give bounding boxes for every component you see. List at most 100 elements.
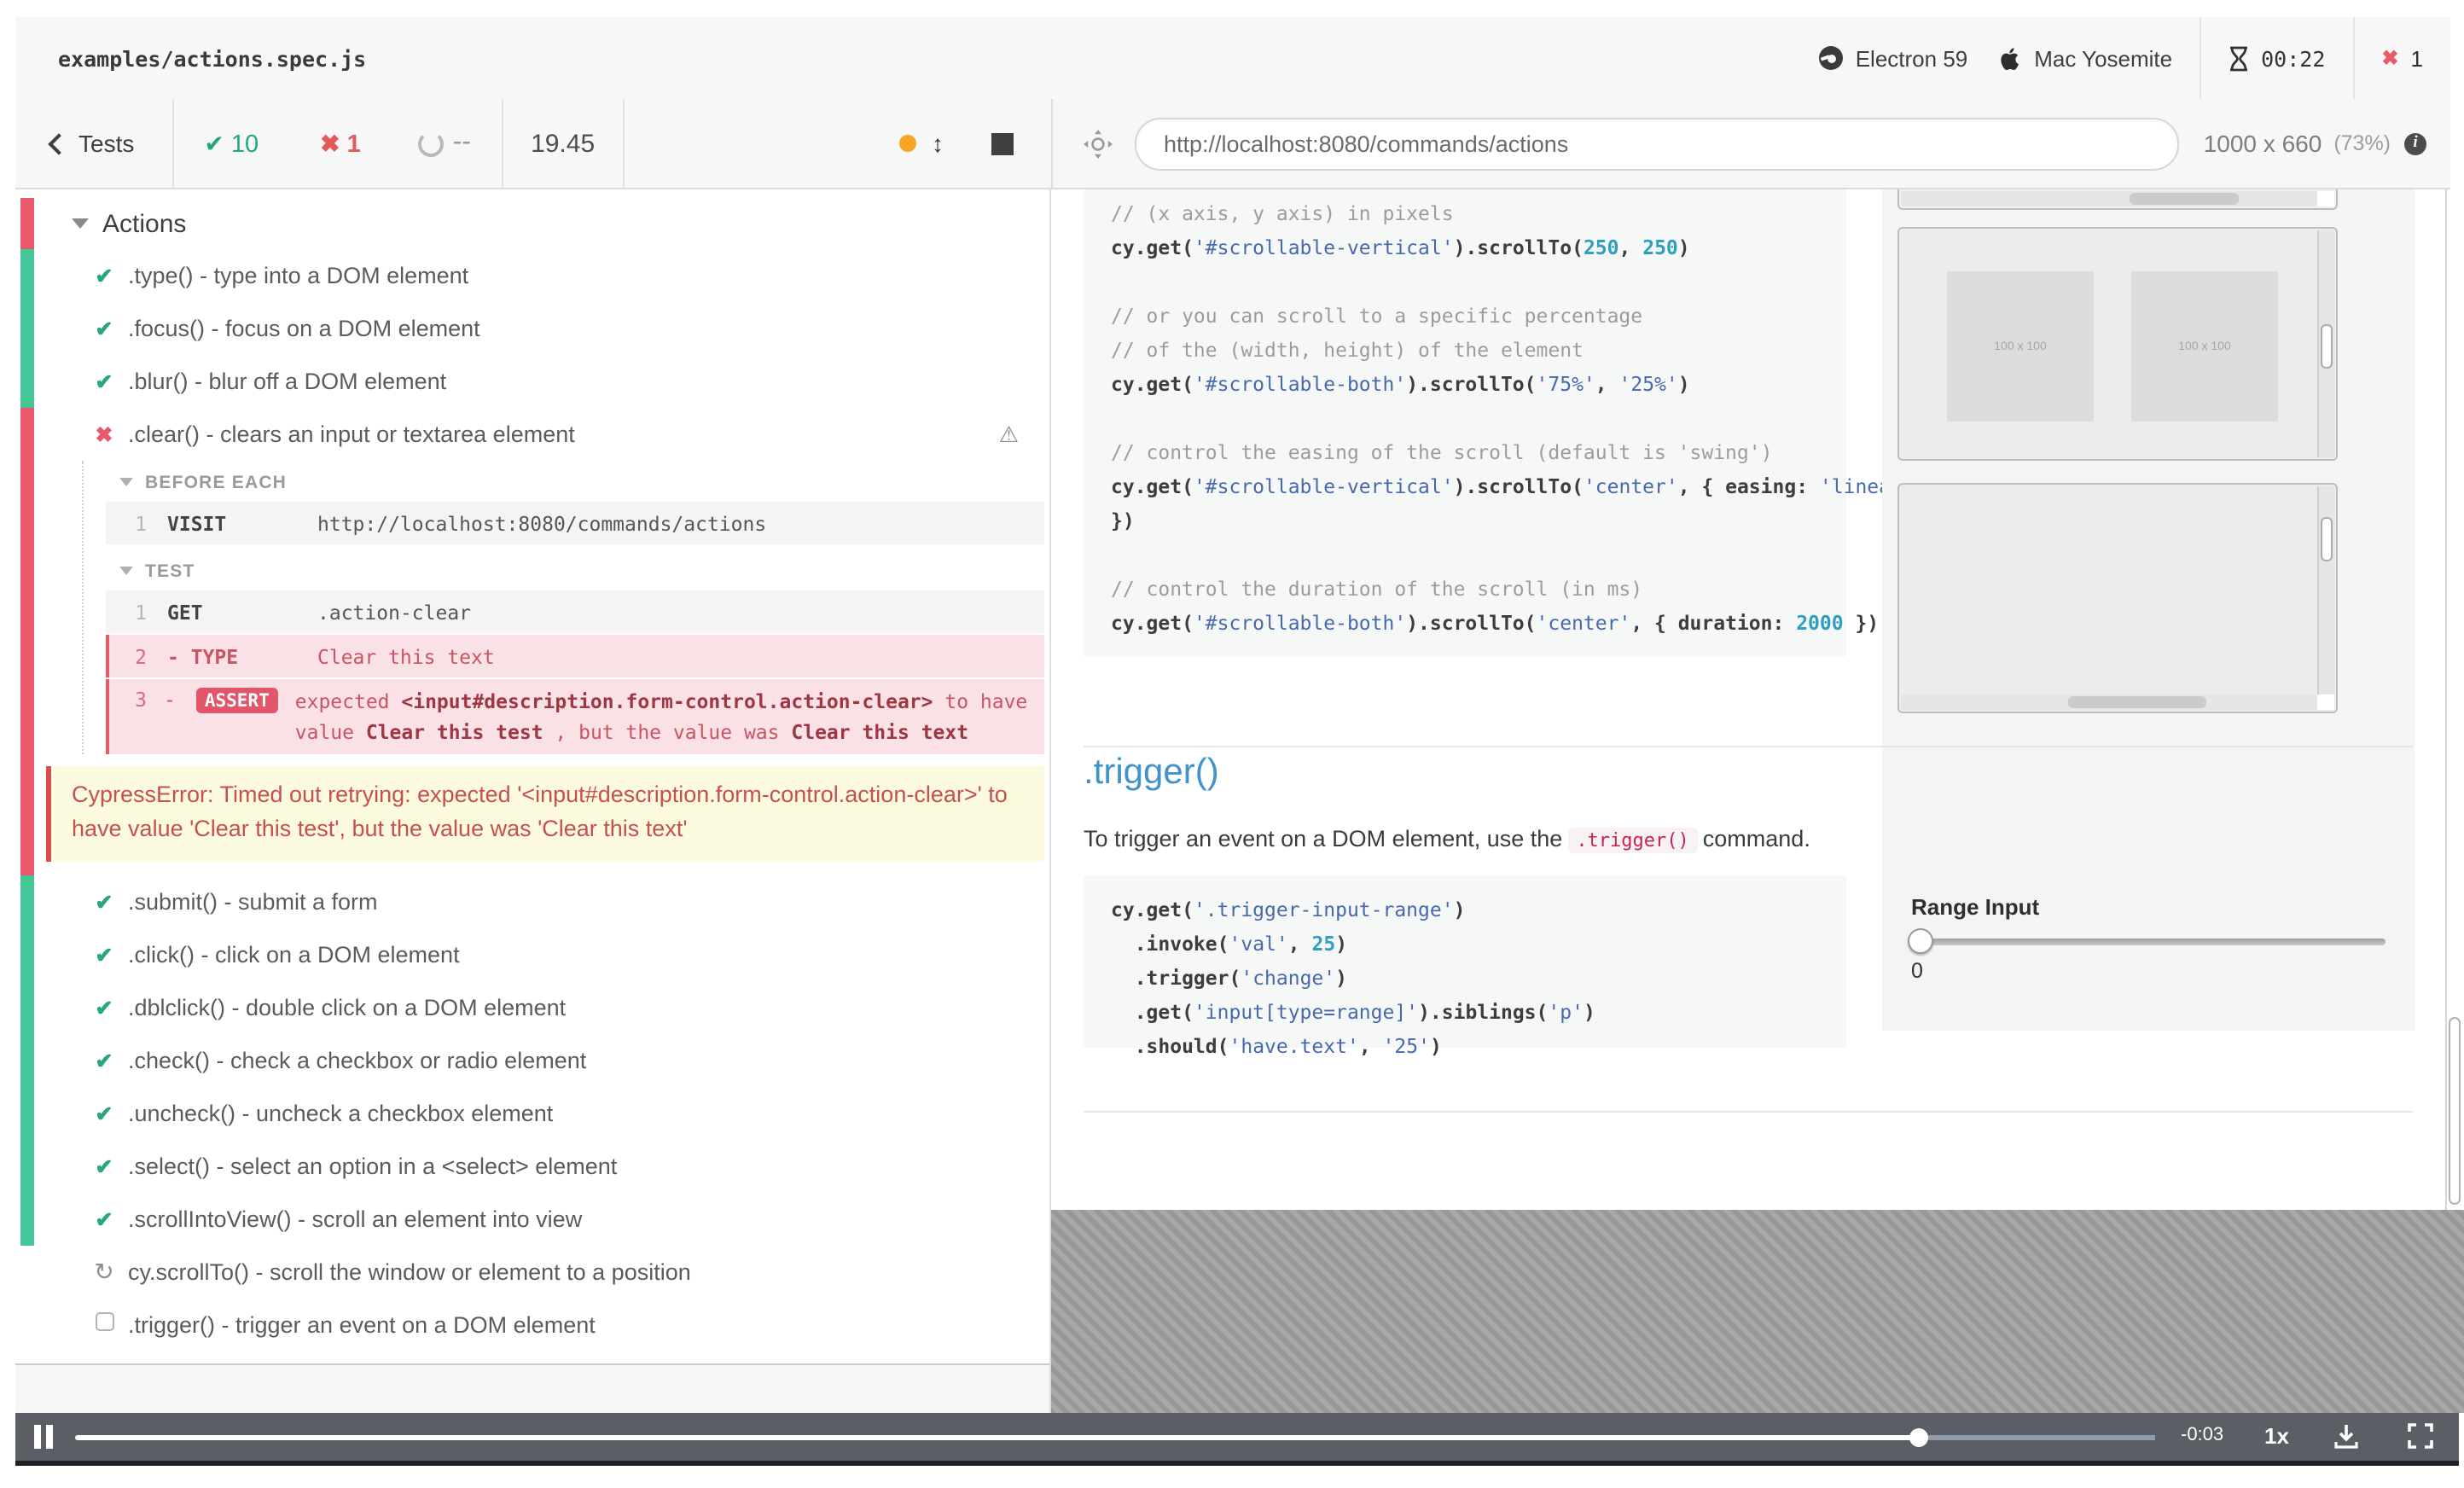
range-slider-thumb[interactable] bbox=[1908, 928, 1933, 954]
autoscroll-indicator-icon[interactable] bbox=[899, 135, 916, 152]
test-row[interactable]: ✔ .uncheck() - uncheck a checkbox element bbox=[34, 1086, 1049, 1139]
test-row[interactable]: ↻ cy.scrollTo() - scroll the window or el… bbox=[34, 1245, 1049, 1298]
aut-page-scrollbar[interactable] bbox=[2445, 189, 2464, 1210]
apple-icon bbox=[2001, 47, 2019, 70]
scrollbar-thumb[interactable] bbox=[2130, 193, 2239, 205]
command-number: 2 bbox=[135, 644, 147, 668]
code-line: .trigger('change') bbox=[1111, 966, 1347, 990]
before-each-label: BEFORE EACH bbox=[145, 472, 288, 492]
cypress-error-box[interactable]: CypressError: Timed out retrying: expect… bbox=[46, 766, 1044, 861]
spec-filename: examples/actions.spec.js bbox=[58, 45, 367, 71]
section-divider bbox=[1084, 1111, 2413, 1113]
code-line: // of the (width, height) of the element bbox=[1111, 338, 1584, 362]
test-row[interactable]: ✔ .check() - check a checkbox or radio el… bbox=[34, 1033, 1049, 1086]
pending-icon bbox=[89, 1309, 119, 1340]
code-line: .should('have.text', '25') bbox=[1111, 1034, 1442, 1058]
horizontal-scrollbar[interactable] bbox=[1901, 191, 2317, 206]
application-under-test: // (x axis, y axis) in pixels cy.get('#sc… bbox=[1051, 189, 2464, 1413]
video-player-bar: -0:03 1x bbox=[15, 1413, 2459, 1461]
range-input-panel: Range Input 0 bbox=[1882, 877, 2415, 1031]
test-row[interactable]: ✔ .click() - click on a DOM element bbox=[34, 927, 1049, 980]
fullscreen-icon[interactable] bbox=[2408, 1423, 2433, 1457]
failed-count: 1 bbox=[2410, 45, 2423, 71]
before-each-header[interactable]: BEFORE EACH bbox=[84, 464, 1049, 500]
check-icon: ✔ bbox=[95, 1049, 113, 1072]
scrollable-vertical-box[interactable]: 100 x 100 100 x 100 bbox=[1897, 227, 2338, 461]
selector-playground-icon[interactable] bbox=[1084, 129, 1113, 158]
test-row[interactable]: .trigger() - trigger an event on a DOM e… bbox=[34, 1298, 1049, 1351]
failed-count: 1 bbox=[346, 131, 361, 158]
test-row[interactable]: ✔ .dblclick() - double click on a DOM ele… bbox=[34, 980, 1049, 1033]
browser-name: Electron 59 bbox=[1855, 45, 1968, 71]
test-label: .dblclick() - double click on a DOM elem… bbox=[128, 994, 567, 1020]
run-duration: 19.45 bbox=[531, 129, 596, 158]
scrollable-horizontal-box[interactable] bbox=[1897, 189, 2338, 210]
horizontal-scrollbar[interactable] bbox=[1901, 695, 2319, 710]
test-row[interactable]: ✔ .blur() - blur off a DOM element bbox=[34, 355, 1049, 408]
test-label: .blur() - blur off a DOM element bbox=[128, 369, 447, 394]
elapsed-time: 00:22 bbox=[2261, 45, 2326, 71]
test-row[interactable]: ✔ .submit() - submit a form bbox=[34, 875, 1049, 927]
playback-speed-button[interactable]: 1x bbox=[2264, 1422, 2289, 1448]
test-label: .type() - type into a DOM element bbox=[128, 263, 469, 288]
aut-url: http://localhost:8080/commands/actions bbox=[1164, 131, 1569, 156]
passed-count: 10 bbox=[230, 131, 259, 158]
aut-url-input[interactable]: http://localhost:8080/commands/actions bbox=[1135, 117, 2180, 170]
vertical-scrollbar[interactable] bbox=[2317, 230, 2334, 457]
placeholder-image: 100 x 100 bbox=[2131, 271, 2278, 421]
test-row-clear-failed[interactable]: ✖ .clear() - clears an input or textarea… bbox=[34, 408, 1049, 461]
pending-group: ↻ cy.scrollTo() - scroll the window or el… bbox=[15, 1245, 1049, 1351]
back-to-tests-button[interactable]: Tests bbox=[15, 99, 171, 188]
failed-stat: ✖ 1 bbox=[320, 129, 361, 158]
electron-browser-icon bbox=[1819, 46, 1844, 70]
scroll-updown-icon[interactable]: ↕ bbox=[932, 130, 944, 157]
trigger-code-block: cy.get('.trigger-input-range') .invoke('… bbox=[1084, 875, 1846, 1058]
scrollbar-thumb[interactable] bbox=[2449, 1017, 2461, 1205]
stop-button[interactable] bbox=[991, 132, 1014, 154]
test-row[interactable]: ✔ .select() - select an option in a <sele… bbox=[34, 1139, 1049, 1192]
command-row-get[interactable]: 1 GET .action-clear bbox=[106, 590, 1044, 633]
browser-info[interactable]: Electron 59 Mac Yosemite bbox=[1793, 17, 2200, 99]
code-line: cy.get('.trigger-input-range') bbox=[1111, 898, 1466, 921]
check-icon: ✔ bbox=[95, 1207, 113, 1231]
progress-played[interactable] bbox=[75, 1434, 1920, 1440]
scrollbar-thumb[interactable] bbox=[2321, 517, 2333, 561]
suite-actions[interactable]: Actions bbox=[34, 198, 1049, 249]
trigger-section-heading[interactable]: .trigger() bbox=[1084, 753, 1219, 793]
vertical-scrollbar[interactable] bbox=[2317, 486, 2334, 695]
scrollable-both-box[interactable] bbox=[1897, 483, 2338, 713]
code-line: .invoke('val', 25) bbox=[1111, 932, 1348, 956]
check-icon: ✔ bbox=[95, 264, 113, 288]
command-name: VISIT bbox=[167, 511, 227, 535]
command-number: 1 bbox=[135, 511, 147, 535]
test-label: .scrollIntoView() - scroll an element in… bbox=[128, 1206, 583, 1231]
command-number: 3 bbox=[135, 688, 147, 712]
test-section-header[interactable]: TEST bbox=[84, 553, 1049, 589]
scrollbar-thumb[interactable] bbox=[2321, 324, 2333, 369]
code-line: .get('input[type=range]').siblings('p') bbox=[1111, 1000, 1595, 1024]
code-line: // or you can scroll to a specific perce… bbox=[1111, 304, 1643, 328]
command-row-type[interactable]: 2 - TYPE Clear this text bbox=[106, 635, 1044, 677]
command-row-assert[interactable]: 3 - ASSERT expected <input#description.f… bbox=[106, 679, 1044, 754]
desc-text: command. bbox=[1702, 826, 1810, 852]
test-row[interactable]: ✔ .focus() - focus on a DOM element bbox=[34, 302, 1049, 355]
progress-thumb[interactable] bbox=[1909, 1427, 1928, 1446]
command-row-visit[interactable]: 1 VISIT http://localhost:8080/commands/a… bbox=[106, 502, 1044, 544]
download-icon[interactable] bbox=[2333, 1423, 2360, 1459]
test-label: .select() - select an option in a <selec… bbox=[128, 1153, 618, 1178]
aut-viewport: // (x axis, y axis) in pixels cy.get('#sc… bbox=[1051, 189, 2464, 1210]
pause-button[interactable] bbox=[34, 1425, 52, 1449]
timer-segment: 00:22 bbox=[2200, 17, 2352, 99]
test-row[interactable]: ✔ .scrollIntoView() - scroll an element i… bbox=[34, 1192, 1049, 1245]
range-slider[interactable] bbox=[1908, 928, 2386, 954]
pass-status-strip bbox=[20, 249, 34, 408]
test-row[interactable]: ✔ .type() - type into a DOM element bbox=[34, 249, 1049, 302]
viewport-zoom: (73%) bbox=[2333, 131, 2391, 155]
code-line: cy.get('#scrollable-vertical').scrollTo(… bbox=[1111, 235, 1690, 259]
viewport-info-icon[interactable]: i bbox=[2404, 132, 2426, 154]
command-message: .action-clear bbox=[317, 600, 472, 624]
check-icon: ✔ bbox=[95, 1101, 113, 1125]
scrollbar-thumb[interactable] bbox=[2068, 696, 2206, 708]
